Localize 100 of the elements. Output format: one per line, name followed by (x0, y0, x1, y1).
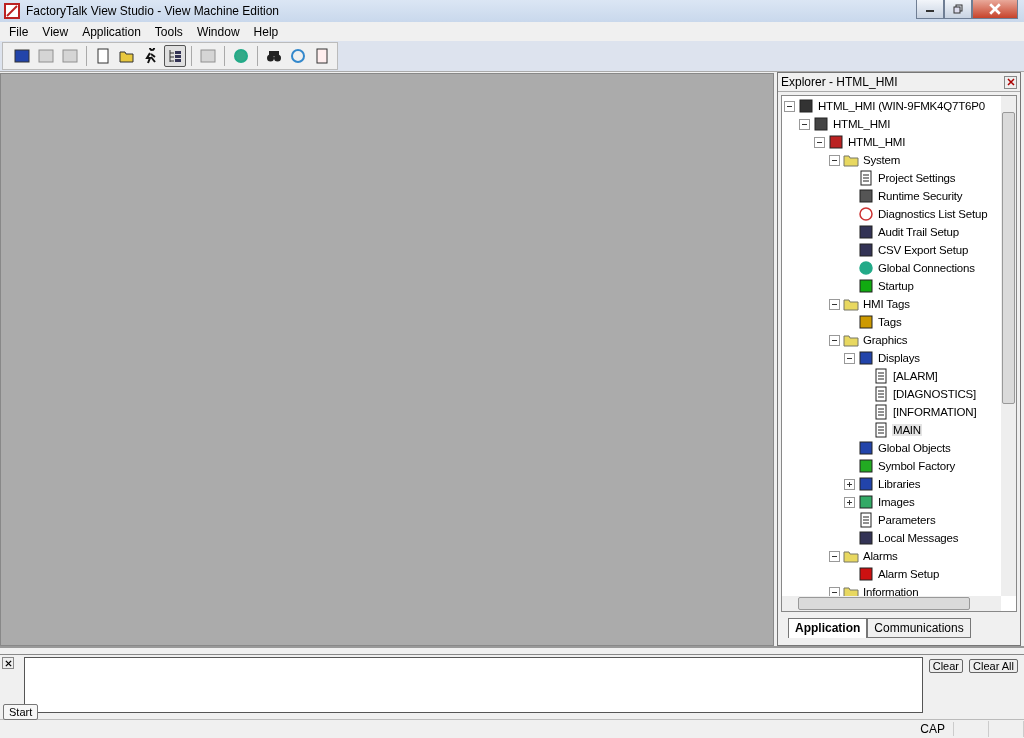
folder-icon (843, 152, 859, 168)
tab[interactable]: Application (788, 618, 868, 638)
plus-icon (845, 479, 854, 489)
expand-toggle[interactable] (814, 136, 825, 148)
tree-item[interactable]: [INFORMATION] (892, 406, 978, 418)
tree-item[interactable]: Symbol Factory (877, 460, 957, 472)
tree-item[interactable]: System (862, 154, 902, 166)
tree-item[interactable]: Graphics (862, 334, 909, 346)
tree-item[interactable]: [ALARM] (892, 370, 939, 382)
menu-item[interactable]: Help (246, 24, 286, 39)
expand-toggle[interactable] (844, 478, 855, 490)
restore-icon (953, 4, 963, 14)
menu-item[interactable]: View (35, 24, 76, 39)
menu-item[interactable]: Window (189, 24, 247, 39)
menu-item[interactable]: Application (75, 24, 148, 39)
tree-item[interactable]: HTML_HMI (847, 136, 907, 148)
tree-item[interactable]: Project Settings (877, 172, 957, 184)
item-icon (858, 260, 874, 276)
window-title: FactoryTalk View Studio - View Machine Edition (26, 4, 280, 18)
tree-item[interactable]: Diagnostics List Setup (877, 208, 989, 220)
tree-item[interactable]: Local Messages (877, 532, 960, 544)
tree-item[interactable]: Startup (877, 280, 915, 292)
item-icon (858, 476, 874, 492)
document-icon (873, 368, 889, 384)
tree-item[interactable]: [DIAGNOSTICS] (892, 388, 978, 400)
item-icon (858, 530, 874, 546)
close-icon (989, 3, 1001, 15)
item-icon (858, 494, 874, 510)
folder-icon (119, 48, 135, 64)
menu-item[interactable]: File (2, 24, 36, 39)
folder-icon (843, 548, 859, 564)
clear-button[interactable]: Clear All (969, 659, 1018, 673)
item-icon (798, 98, 814, 114)
tree-item[interactable]: Alarms (862, 550, 899, 562)
document-icon (95, 48, 111, 64)
circle-icon (290, 48, 306, 64)
item-icon (858, 224, 874, 240)
tree-item[interactable]: Displays (877, 352, 921, 364)
status-indicator: CAP (912, 722, 954, 736)
item-icon (858, 350, 874, 366)
folder-icon (843, 296, 859, 312)
tree-item[interactable]: MAIN (892, 424, 922, 436)
document-icon (873, 422, 889, 438)
expand-toggle[interactable] (844, 496, 855, 508)
tree-item[interactable]: Libraries (877, 478, 922, 490)
app-icon (4, 3, 20, 19)
vertical-scrollbar[interactable] (1001, 96, 1016, 596)
tree-item[interactable]: Global Connections (877, 262, 976, 274)
plus-icon (845, 497, 854, 507)
expand-toggle[interactable] (829, 298, 840, 310)
close-icon[interactable] (2, 657, 14, 669)
item-icon (858, 188, 874, 204)
tree-item[interactable]: Images (877, 496, 916, 508)
item-icon (858, 278, 874, 294)
item-icon (858, 170, 874, 186)
tree-item[interactable]: Tags (877, 316, 903, 328)
item-icon (858, 512, 874, 528)
folder-icon (843, 332, 859, 348)
tree-item[interactable]: CSV Export Setup (877, 244, 970, 256)
tree-item[interactable]: HTML_HMI (WIN-9FMK4Q7T6P0 (817, 100, 986, 112)
running-figure-icon (143, 48, 159, 64)
tree-item[interactable]: Audit Trail Setup (877, 226, 960, 238)
globe-icon (233, 48, 249, 64)
tree-item[interactable]: Information (862, 586, 920, 596)
tree-item[interactable]: Parameters (877, 514, 937, 526)
menu-item[interactable]: Tools (147, 24, 190, 39)
item-icon (813, 116, 829, 132)
item-icon (858, 566, 874, 582)
minimize-button[interactable] (916, 0, 944, 19)
item-icon (828, 134, 844, 150)
tree-item[interactable]: Runtime Security (877, 190, 964, 202)
document-icon (873, 404, 889, 420)
horizontal-scrollbar[interactable] (782, 596, 1001, 611)
clear-button[interactable]: Clear (928, 659, 964, 673)
tree-item[interactable]: Global Objects (877, 442, 952, 454)
toolbar-button[interactable] (164, 45, 186, 67)
tab[interactable]: Communications (867, 618, 971, 638)
close-button[interactable] (972, 0, 1018, 19)
expand-toggle[interactable] (844, 352, 855, 364)
expand-toggle[interactable] (829, 334, 840, 346)
tree-item[interactable]: HMI Tags (862, 298, 911, 310)
tree-view-icon (167, 48, 183, 64)
panel-title: Explorer - HTML_HMI (781, 75, 899, 89)
item-icon (858, 314, 874, 330)
expand-toggle[interactable] (829, 586, 840, 596)
item-icon (858, 458, 874, 474)
tree-item[interactable]: Alarm Setup (877, 568, 941, 580)
item-icon (858, 242, 874, 258)
expand-toggle[interactable] (829, 154, 840, 166)
tree-item[interactable]: HTML_HMI (832, 118, 892, 130)
expand-toggle[interactable] (784, 100, 795, 112)
restore-button[interactable] (944, 0, 972, 19)
item-icon (858, 206, 874, 222)
item-icon (858, 440, 874, 456)
expand-toggle[interactable] (829, 550, 840, 562)
document-icon (873, 386, 889, 402)
expand-toggle[interactable] (799, 118, 810, 130)
tooltip: Start (3, 704, 39, 720)
close-button[interactable] (1004, 75, 1017, 89)
binoculars-icon (266, 48, 282, 64)
